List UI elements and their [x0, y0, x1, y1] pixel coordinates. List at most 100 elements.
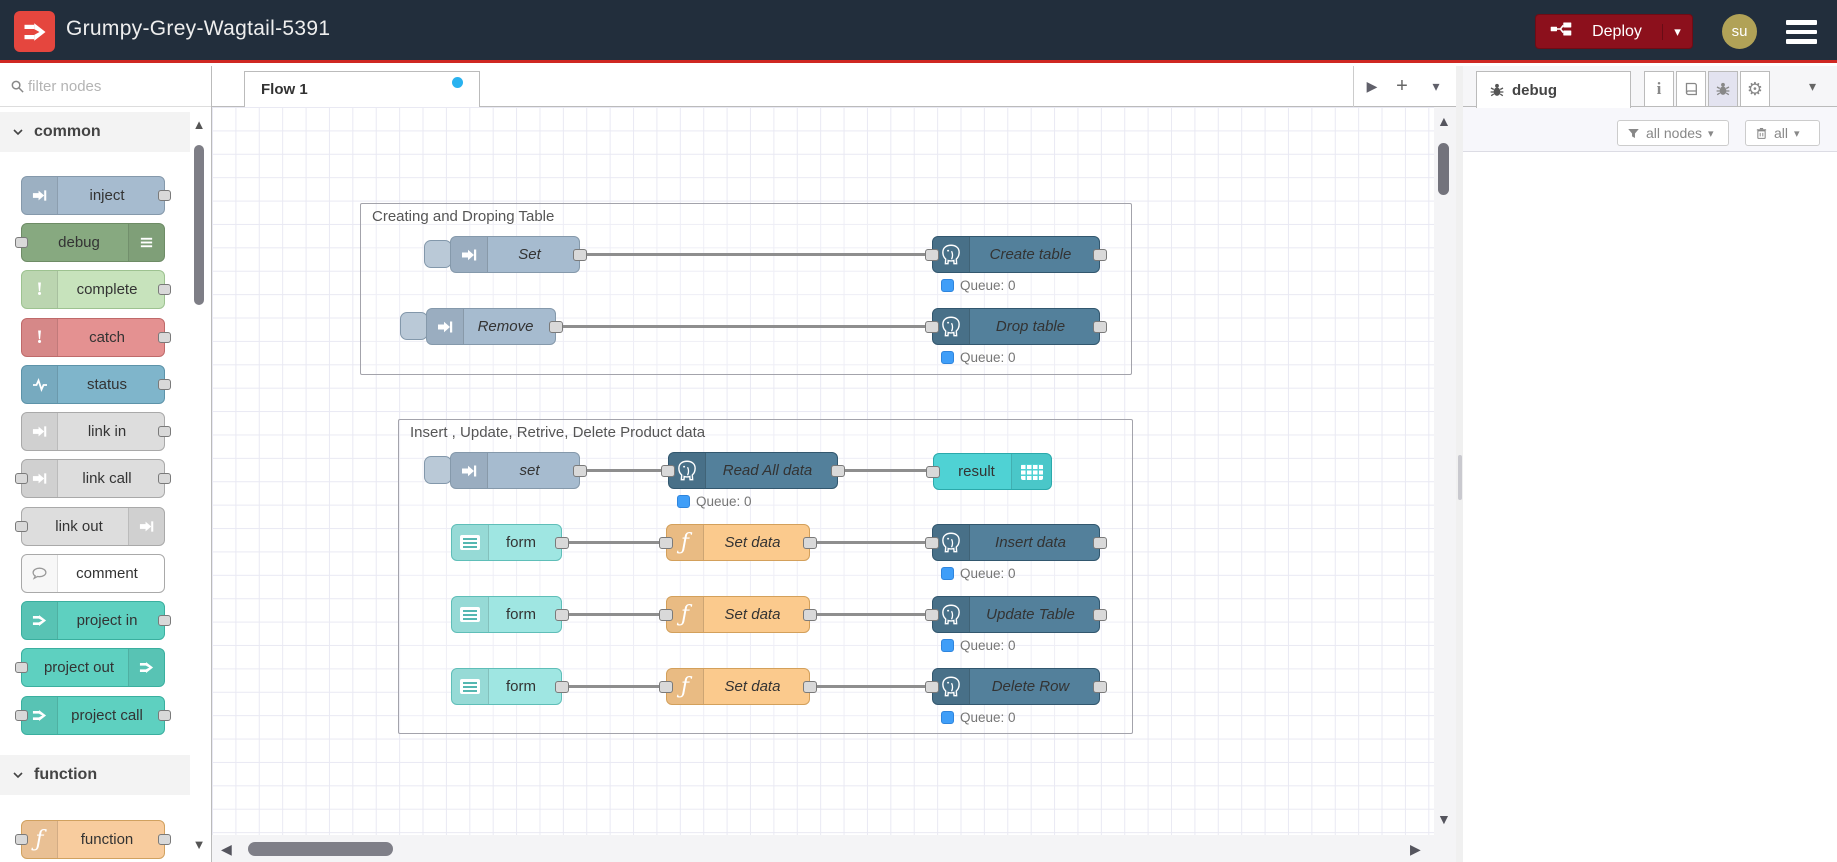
- palette-node-comment[interactable]: comment: [21, 554, 165, 593]
- palette-scroll-down[interactable]: ▼: [190, 838, 208, 851]
- tab-debug[interactable]: debug: [1476, 71, 1631, 108]
- output-port[interactable]: [803, 608, 817, 621]
- palette-node-project-out[interactable]: project out: [15, 648, 165, 687]
- debug-filter-button[interactable]: all nodes ▾: [1617, 120, 1729, 146]
- wire[interactable]: [810, 541, 932, 544]
- node-inject-set[interactable]: Set: [450, 236, 587, 273]
- canvas-scroll-left[interactable]: ◀: [221, 842, 232, 856]
- debug-clear-button[interactable]: all ▾: [1745, 120, 1820, 146]
- output-port[interactable]: [573, 464, 587, 477]
- output-port[interactable]: [158, 425, 171, 437]
- palette-node-link-call[interactable]: link call: [15, 459, 171, 498]
- filter-nodes-input[interactable]: [28, 74, 188, 99]
- palette-node-status[interactable]: status: [21, 365, 171, 404]
- palette-node-function[interactable]: ƒ function: [15, 820, 171, 859]
- output-port[interactable]: [1093, 680, 1107, 693]
- wire[interactable]: [838, 469, 933, 472]
- node-postgres-update-table[interactable]: Update Table: [925, 596, 1107, 633]
- palette-node-complete[interactable]: ! complete: [21, 270, 171, 309]
- input-port[interactable]: [925, 320, 939, 333]
- canvas-vertical-scrollbar[interactable]: [1438, 143, 1449, 195]
- tab-flow-1[interactable]: Flow 1: [244, 71, 480, 107]
- node-postgres-read-all-data[interactable]: Read All data: [661, 452, 845, 489]
- canvas-horizontal-scrollbar[interactable]: [248, 842, 393, 856]
- palette-node-project-call[interactable]: project call: [15, 696, 171, 735]
- input-port[interactable]: [925, 248, 939, 261]
- node-postgres-insert-data[interactable]: Insert data: [925, 524, 1107, 561]
- node-inject-set-lower[interactable]: set: [450, 452, 587, 489]
- group-creating-dropping-table[interactable]: Creating and Droping Table: [360, 203, 1132, 375]
- main-menu-button[interactable]: [1786, 20, 1817, 44]
- output-port[interactable]: [803, 536, 817, 549]
- wire[interactable]: [580, 253, 932, 256]
- info-tab-button[interactable]: i: [1644, 71, 1674, 107]
- node-postgres-drop-table[interactable]: Drop table: [925, 308, 1107, 345]
- user-avatar[interactable]: su: [1722, 14, 1757, 49]
- add-flow-button[interactable]: +: [1388, 66, 1416, 107]
- palette-category-common[interactable]: common: [0, 112, 190, 152]
- node-function-set-data[interactable]: ƒ Set data: [659, 596, 817, 633]
- node-form[interactable]: form: [451, 596, 569, 633]
- output-port[interactable]: [158, 614, 171, 626]
- input-port[interactable]: [925, 536, 939, 549]
- wire[interactable]: [562, 613, 666, 616]
- palette-node-project-in[interactable]: project in: [21, 601, 171, 640]
- canvas-vertical-scroll-track[interactable]: [1434, 107, 1456, 862]
- input-port[interactable]: [15, 520, 28, 532]
- output-port[interactable]: [1093, 248, 1107, 261]
- wire[interactable]: [810, 613, 932, 616]
- node-inject-remove[interactable]: Remove: [426, 308, 563, 345]
- node-form[interactable]: form: [451, 668, 569, 705]
- node-postgres-create-table[interactable]: Create table: [925, 236, 1107, 273]
- input-port[interactable]: [925, 608, 939, 621]
- debug-messages-panel[interactable]: [1463, 152, 1837, 862]
- input-port[interactable]: [15, 236, 28, 248]
- sidebar-options-caret[interactable]: ▾: [1809, 78, 1816, 95]
- sidebar-divider-grip[interactable]: [1458, 455, 1462, 500]
- canvas-scroll-right[interactable]: ▶: [1410, 842, 1421, 856]
- output-port[interactable]: [803, 680, 817, 693]
- output-port[interactable]: [158, 833, 171, 845]
- next-tab-button[interactable]: ▶: [1358, 66, 1386, 107]
- node-form[interactable]: form: [451, 524, 569, 561]
- palette-node-link-out[interactable]: link out: [15, 507, 165, 546]
- output-port[interactable]: [831, 464, 845, 477]
- deploy-button[interactable]: Deploy ▾: [1535, 14, 1693, 49]
- output-port[interactable]: [1093, 608, 1107, 621]
- canvas-horizontal-scroll-track[interactable]: [212, 835, 1434, 862]
- wire[interactable]: [562, 541, 666, 544]
- input-port[interactable]: [15, 472, 28, 484]
- output-port[interactable]: [158, 331, 171, 343]
- palette-node-inject[interactable]: inject: [21, 176, 171, 215]
- flow-list-caret[interactable]: ▾: [1422, 66, 1450, 107]
- output-port[interactable]: [158, 189, 171, 201]
- deploy-options-caret[interactable]: ▾: [1662, 23, 1692, 40]
- output-port[interactable]: [1093, 536, 1107, 549]
- wire[interactable]: [562, 685, 666, 688]
- help-tab-button[interactable]: [1676, 71, 1706, 107]
- palette-scroll-up[interactable]: ▲: [190, 118, 208, 131]
- node-function-set-data[interactable]: ƒ Set data: [659, 524, 817, 561]
- wire[interactable]: [580, 469, 668, 472]
- config-nodes-button[interactable]: ⚙: [1740, 71, 1770, 107]
- input-port[interactable]: [15, 833, 28, 845]
- node-postgres-delete-row[interactable]: Delete Row: [925, 668, 1107, 705]
- palette-node-link-in[interactable]: link in: [21, 412, 171, 451]
- input-port[interactable]: [15, 709, 28, 721]
- palette-node-debug[interactable]: debug: [15, 223, 165, 262]
- output-port[interactable]: [158, 283, 171, 295]
- output-port[interactable]: [158, 472, 171, 484]
- flow-canvas[interactable]: Creating and Droping Table Set Create ta…: [212, 107, 1434, 835]
- output-port[interactable]: [549, 320, 563, 333]
- canvas-scroll-down[interactable]: ▼: [1437, 812, 1451, 826]
- input-port[interactable]: [659, 680, 673, 693]
- output-port[interactable]: [573, 248, 587, 261]
- debug-tab-button[interactable]: [1708, 71, 1738, 107]
- palette-node-catch[interactable]: ! catch: [21, 318, 171, 357]
- output-port[interactable]: [158, 378, 171, 390]
- wire[interactable]: [556, 325, 932, 328]
- input-port[interactable]: [659, 608, 673, 621]
- input-port[interactable]: [925, 680, 939, 693]
- input-port[interactable]: [661, 464, 675, 477]
- wire[interactable]: [810, 685, 932, 688]
